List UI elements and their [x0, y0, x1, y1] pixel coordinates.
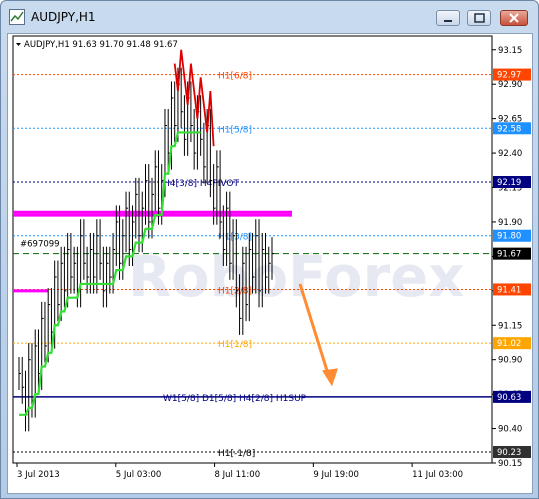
price-box-label: 92.58 [497, 124, 521, 134]
title-bar[interactable]: AUDJPY,H1 [1, 1, 538, 33]
price-box-label: 92.97 [497, 71, 521, 81]
object-label: #697099 [20, 240, 60, 250]
chart-area[interactable]: RoboForex AUDJPY,H1 91.63 91.70 91.48 91.… [7, 33, 533, 494]
price-box-label: 90.63 [497, 393, 521, 403]
maximize-button[interactable] [467, 10, 491, 26]
level-label: H1[-1/8] [218, 449, 255, 459]
y-tick-label: 92.90 [498, 80, 522, 90]
price-box-label: 92.19 [497, 178, 521, 188]
watermark-text: RoboForex [128, 245, 464, 310]
y-tick-label: 91.90 [498, 218, 522, 228]
x-tick-label: 11 Jul 03:00 [412, 470, 463, 480]
x-tick-label: 8 Jul 11:00 [215, 470, 261, 480]
chart-app-icon [9, 9, 25, 25]
price-box-label: 91.02 [497, 339, 521, 349]
y-tick-label: 90.40 [498, 425, 522, 435]
maximize-icon [474, 13, 485, 23]
y-tick-label: 93.15 [498, 46, 522, 56]
price-box-label: 91.41 [497, 285, 521, 295]
y-tick-label: 91.15 [498, 321, 522, 331]
close-icon [509, 13, 519, 23]
level-label: H4[3/8] H4PIVOT [163, 179, 240, 189]
x-tick-label: 5 Jul 03:00 [116, 470, 162, 480]
level-label: H1[6/8] [218, 72, 252, 82]
minimize-icon [444, 20, 452, 22]
price-box-label: 91.80 [497, 232, 521, 242]
y-tick-label: 92.40 [498, 149, 522, 159]
window-title: AUDJPY,H1 [31, 10, 96, 24]
level-label: W1[5/8] D1[5/8] H4[2/8] H1SUP [163, 394, 307, 404]
level-label: H1[5/8] [218, 125, 252, 135]
chart-header: AUDJPY,H1 91.63 91.70 91.48 91.67 [24, 40, 178, 50]
y-tick-label: 90.90 [498, 356, 522, 366]
chart-window: AUDJPY,H1 RoboForex AUDJPY,H1 91.63 91.70… [0, 0, 539, 499]
level-label: H1[2/8] [218, 286, 252, 296]
x-tick-label: 3 Jul 2013 [17, 470, 60, 480]
price-box-label: 91.67 [497, 250, 521, 260]
level-label: H1[1/8] [218, 340, 252, 350]
header-triangle-icon [16, 43, 21, 46]
close-button[interactable] [500, 10, 528, 26]
minimize-button[interactable] [436, 10, 460, 26]
forecast-arrow-head-icon [322, 368, 338, 387]
x-tick-label: 9 Jul 19:00 [313, 470, 359, 480]
y-tick-label: 90.15 [498, 459, 522, 469]
price-chart[interactable]: RoboForex AUDJPY,H1 91.63 91.70 91.48 91.… [8, 34, 532, 493]
price-box-label: 90.23 [497, 448, 521, 458]
